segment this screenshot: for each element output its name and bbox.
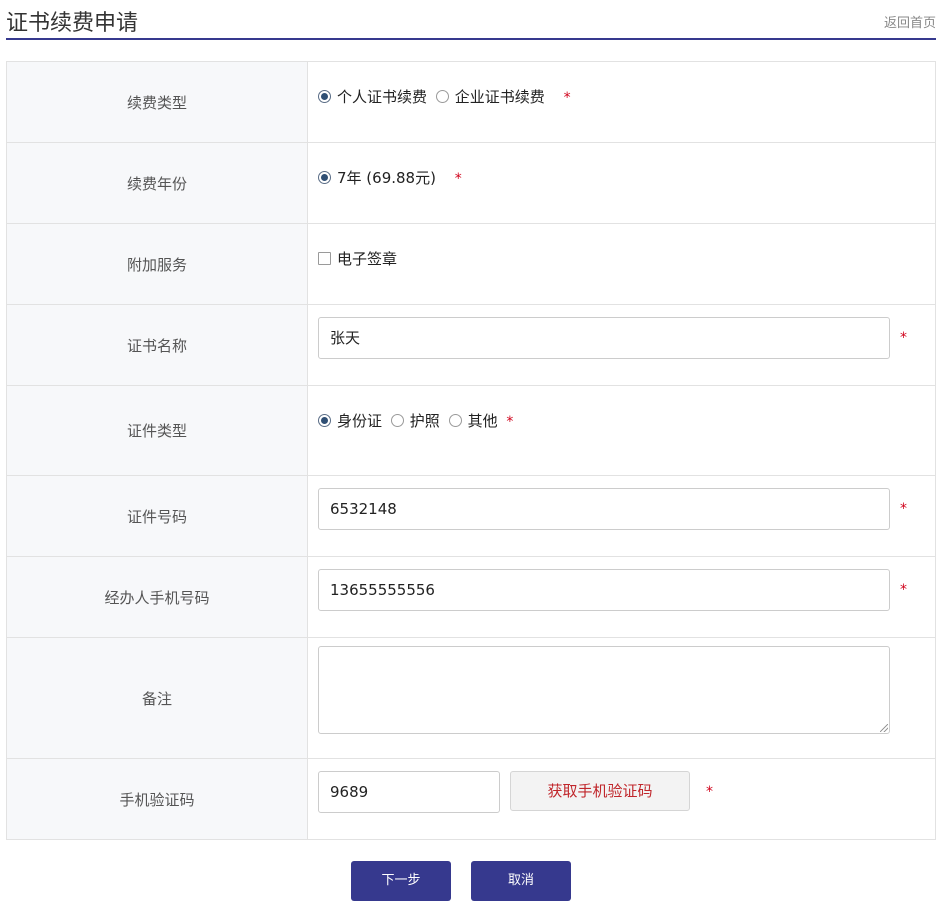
id-type-other-label: 其他 <box>467 412 498 430</box>
renew-type-personal-option[interactable]: 个人证书续费 <box>318 86 427 107</box>
required-mark: * <box>563 90 571 106</box>
radio-checked-icon[interactable] <box>318 90 331 103</box>
id-type-idcard-label: 身份证 <box>337 412 383 430</box>
renew-years-label: 续费年份 <box>6 142 308 224</box>
radio-checked-icon[interactable] <box>318 171 331 184</box>
phone-input[interactable]: 13655555556 <box>318 569 890 611</box>
renew-type-enterprise-label: 企业证书续费 <box>454 88 545 106</box>
row-phone: 经办人手机号码 13655555556 * <box>6 556 936 638</box>
required-mark: * <box>900 582 907 598</box>
id-number-field: 6532148 * <box>307 475 936 557</box>
get-sms-code-button[interactable]: 获取手机验证码 <box>510 771 690 811</box>
extra-service-field: 电子签章 <box>307 223 936 305</box>
id-type-passport-option[interactable]: 护照 <box>390 410 440 431</box>
remark-textarea[interactable] <box>318 646 890 734</box>
e-signature-label: 电子签章 <box>337 250 398 268</box>
phone-field: 13655555556 * <box>307 556 936 638</box>
renew-type-label: 续费类型 <box>6 61 308 143</box>
remark-field <box>307 637 936 759</box>
resize-grip-icon[interactable] <box>880 724 888 732</box>
required-mark: * <box>506 414 514 430</box>
required-mark: * <box>706 784 713 800</box>
id-type-idcard-option[interactable]: 身份证 <box>318 410 382 431</box>
renew-years-7-option[interactable]: 7年 (69.88元) <box>318 167 436 188</box>
renew-type-personal-label: 个人证书续费 <box>337 88 428 106</box>
e-signature-option[interactable]: 电子签章 <box>318 248 397 269</box>
remark-label: 备注 <box>6 637 308 759</box>
row-renew-type: 续费类型 个人证书续费 企业证书续费 * <box>6 61 936 143</box>
cert-name-label: 证书名称 <box>6 304 308 386</box>
row-cert-name: 证书名称 张天 * <box>6 304 936 386</box>
row-sms-code: 手机验证码 9689 获取手机验证码 * <box>6 758 936 840</box>
phone-label: 经办人手机号码 <box>6 556 308 638</box>
row-id-number: 证件号码 6532148 * <box>6 475 936 557</box>
cert-name-field: 张天 * <box>307 304 936 386</box>
row-remark: 备注 <box>6 637 936 759</box>
row-id-type: 证件类型 身份证 护照 其他 * <box>6 385 936 476</box>
next-step-button[interactable]: 下一步 <box>351 861 451 901</box>
renew-type-enterprise-option[interactable]: 企业证书续费 <box>435 86 545 107</box>
checkbox-unchecked-icon[interactable] <box>318 252 331 265</box>
required-mark: * <box>900 501 907 517</box>
extra-service-label: 附加服务 <box>6 223 308 305</box>
id-type-field: 身份证 护照 其他 * <box>307 385 936 476</box>
return-home-link[interactable]: 返回首页 <box>884 12 936 31</box>
renew-years-field: 7年 (69.88元) * <box>307 142 936 224</box>
required-mark: * <box>900 330 907 346</box>
id-number-label: 证件号码 <box>6 475 308 557</box>
id-type-label: 证件类型 <box>6 385 308 476</box>
id-number-input[interactable]: 6532148 <box>318 488 890 530</box>
id-type-other-option[interactable]: 其他 <box>448 410 498 431</box>
row-renew-years: 续费年份 7年 (69.88元) * <box>6 142 936 224</box>
id-type-passport-label: 护照 <box>409 412 440 430</box>
renew-years-7-label: 7年 (69.88元) <box>337 169 436 187</box>
sms-code-label: 手机验证码 <box>6 758 308 840</box>
row-extra-service: 附加服务 电子签章 <box>6 223 936 305</box>
radio-unchecked-icon[interactable] <box>435 90 449 103</box>
page-title: 证书续费申请 <box>6 11 139 36</box>
cert-name-input[interactable]: 张天 <box>318 317 890 359</box>
radio-unchecked-icon[interactable] <box>448 414 462 427</box>
radio-checked-icon[interactable] <box>318 414 331 427</box>
sms-code-field: 9689 获取手机验证码 * <box>307 758 936 840</box>
cancel-button[interactable]: 取消 <box>471 861 571 901</box>
renew-type-field: 个人证书续费 企业证书续费 * <box>307 61 936 143</box>
page-header: 证书续费申请 返回首页 <box>6 0 936 40</box>
required-mark: * <box>454 171 462 187</box>
radio-unchecked-icon[interactable] <box>390 414 404 427</box>
sms-code-input[interactable]: 9689 <box>318 771 500 813</box>
renewal-form: 续费类型 个人证书续费 企业证书续费 * 续费年份 7年 (69.88元) * … <box>6 61 936 840</box>
